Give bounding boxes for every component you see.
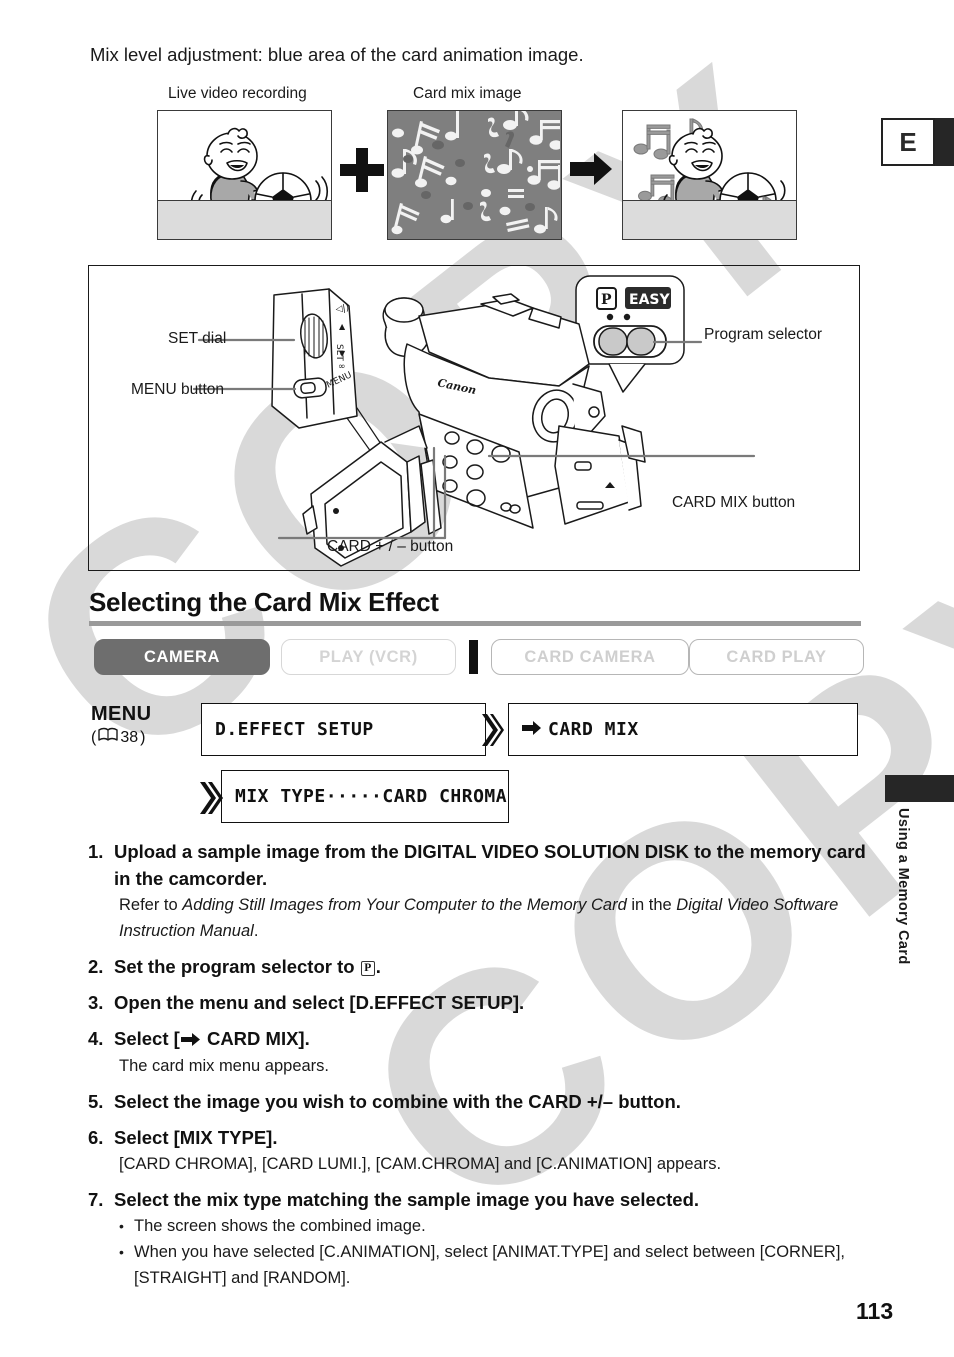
svg-text:EASY: EASY [629, 292, 670, 308]
instruction-steps: 1. Upload a sample image from the DIGITA… [88, 838, 868, 1300]
step-title-post: CARD MIX]. [201, 1028, 310, 1049]
osd-item-deffect-setup[interactable]: D.EFFECT SETUP [201, 703, 486, 756]
step-number: 1. [88, 841, 104, 862]
bullet-item: • When you have selected [C.ANIMATION], … [119, 1239, 868, 1291]
edition-tab: E [881, 118, 935, 166]
label-program-selector: Program selector [704, 326, 823, 343]
step-number: 7. [88, 1189, 104, 1210]
chevron-right-icon [200, 782, 226, 819]
svg-text:▲: ▲ [339, 322, 346, 331]
step-body: The card mix menu appears. [119, 1057, 330, 1075]
step-title: Upload a sample image from the DIGITAL V… [114, 841, 866, 889]
bullet-dot-icon: • [119, 1244, 124, 1260]
step-item: 2. Set the program selector to P. [88, 953, 868, 980]
live-video-thumbnail [157, 110, 332, 240]
step-body-text: . [253, 922, 259, 940]
music-notes-pattern [388, 111, 561, 238]
step-body: Refer to Adding Still Images from Your C… [119, 892, 868, 944]
step-title: Select the mix type matching the sample … [114, 1189, 700, 1210]
svg-text:P: P [601, 292, 612, 308]
step-title: Select [ CARD MIX]. [114, 1025, 868, 1053]
svg-text:▼: ▼ [339, 349, 346, 358]
osd-text: MIX TYPE·····CARD CHROMA [235, 786, 508, 807]
step-body-italic: Adding Still Images from Your Computer t… [182, 896, 627, 914]
live-video-caption: Live video recording [168, 85, 307, 102]
label-card-mix-button: CARD MIX button [672, 494, 796, 511]
osd-item-card-mix[interactable]: CARD MIX [508, 703, 858, 756]
heading-divider [89, 621, 861, 626]
right-arrow-icon [522, 719, 541, 740]
edition-tab-label: E [899, 127, 917, 157]
tab-card-camera[interactable]: CARD CAMERA [491, 639, 689, 675]
svg-text:◁|): ◁|) [335, 303, 350, 315]
step-body-text: in the [626, 896, 677, 914]
step-title: Select the image you wish to combine wit… [114, 1091, 681, 1112]
step-body-text: Refer to [119, 896, 183, 914]
page-title: Selecting the Card Mix Effect [89, 587, 439, 617]
arrow-symbol [570, 152, 612, 186]
tab-play-vcr[interactable]: PLAY (VCR) [281, 639, 456, 675]
right-arrow-icon [180, 1029, 200, 1050]
step-item: 6. Select [MIX TYPE]. [CARD CHROMA], [CA… [88, 1124, 868, 1177]
step-body: [CARD CHROMA], [CARD LUMI.], [CAM.CHROMA… [119, 1155, 722, 1173]
step-title: Set the program selector to P. [114, 953, 868, 980]
page-number: 113 [856, 1298, 894, 1324]
side-tab-label: Using a Memory Card [895, 808, 911, 965]
step-number: 5. [88, 1091, 104, 1112]
step-bullets: • The screen shows the combined image. •… [119, 1213, 868, 1291]
step-number: 3. [88, 992, 104, 1013]
menu-reference-block: MENU ( 38 ) [91, 703, 152, 749]
side-tab-marker [885, 775, 954, 802]
osd-text: D.EFFECT SETUP [215, 719, 374, 740]
edge-marker [933, 118, 954, 166]
step-item: 3. Open the menu and select [D.EFFECT SE… [88, 989, 868, 1016]
osd-text: CARD MIX [548, 719, 639, 740]
menu-word: MENU [91, 703, 152, 725]
card-mix-thumbnail [387, 110, 562, 240]
plus-symbol [340, 148, 384, 192]
combined-result-thumbnail [622, 110, 797, 240]
label-menu-button: MENU button [131, 381, 225, 398]
menu-page-number: 38 [120, 729, 139, 746]
step-number: 4. [88, 1028, 104, 1049]
svg-text:∞: ∞ [338, 362, 346, 372]
program-mode-icon: P [360, 961, 375, 976]
step-title-pre: Select [ [114, 1028, 180, 1049]
menu-page-reference: ( 38 ) [91, 727, 152, 749]
tab-group-divider [469, 640, 478, 674]
step-title: Open the menu and select [D.EFFECT SETUP… [114, 992, 525, 1013]
paren-close: ) [140, 729, 146, 746]
step-title: Select [MIX TYPE]. [114, 1127, 278, 1148]
card-mix-caption: Card mix image [413, 85, 522, 102]
bullet-item: • The screen shows the combined image. [119, 1213, 868, 1239]
step-item: 4. Select [ CARD MIX]. The card mix menu… [88, 1025, 868, 1079]
bullet-text: When you have selected [C.ANIMATION], se… [134, 1243, 845, 1287]
chevron-right-icon [482, 714, 504, 751]
step-item: 7. Select the mix type matching the samp… [88, 1186, 868, 1291]
osd-item-mix-type[interactable]: MIX TYPE·····CARD CHROMA [221, 770, 509, 823]
bullet-dot-icon: • [119, 1218, 124, 1234]
camcorder-diagram: ◁|) ▲ SET ▼ ∞ MENU P EASY Canon [88, 265, 860, 571]
intro-line: Mix level adjustment: blue area of the c… [90, 44, 584, 65]
step-number: 2. [88, 956, 104, 977]
step-item: 5. Select the image you wish to combine … [88, 1088, 868, 1115]
label-set-dial: SET dial [168, 330, 227, 347]
tab-camera[interactable]: CAMERA [94, 639, 270, 675]
label-card-plus-minus-button: CARD + / – button [327, 538, 454, 555]
mode-tab-bar: CAMERA PLAY (VCR) CARD CAMERA CARD PLAY [94, 639, 864, 677]
ground-band [623, 200, 796, 239]
tab-card-play[interactable]: CARD PLAY [689, 639, 864, 675]
step-title-pre: Set the program selector to [114, 956, 360, 977]
step-item: 1. Upload a sample image from the DIGITA… [88, 838, 868, 944]
step-number: 6. [88, 1127, 104, 1148]
book-icon [98, 727, 119, 749]
ground-band [158, 200, 331, 239]
step-title-post: . [375, 956, 381, 977]
paren-open: ( [91, 729, 97, 746]
bullet-text: The screen shows the combined image. [134, 1217, 426, 1235]
camcorder-illustration: ◁|) ▲ SET ▼ ∞ MENU P EASY Canon [192, 275, 756, 567]
